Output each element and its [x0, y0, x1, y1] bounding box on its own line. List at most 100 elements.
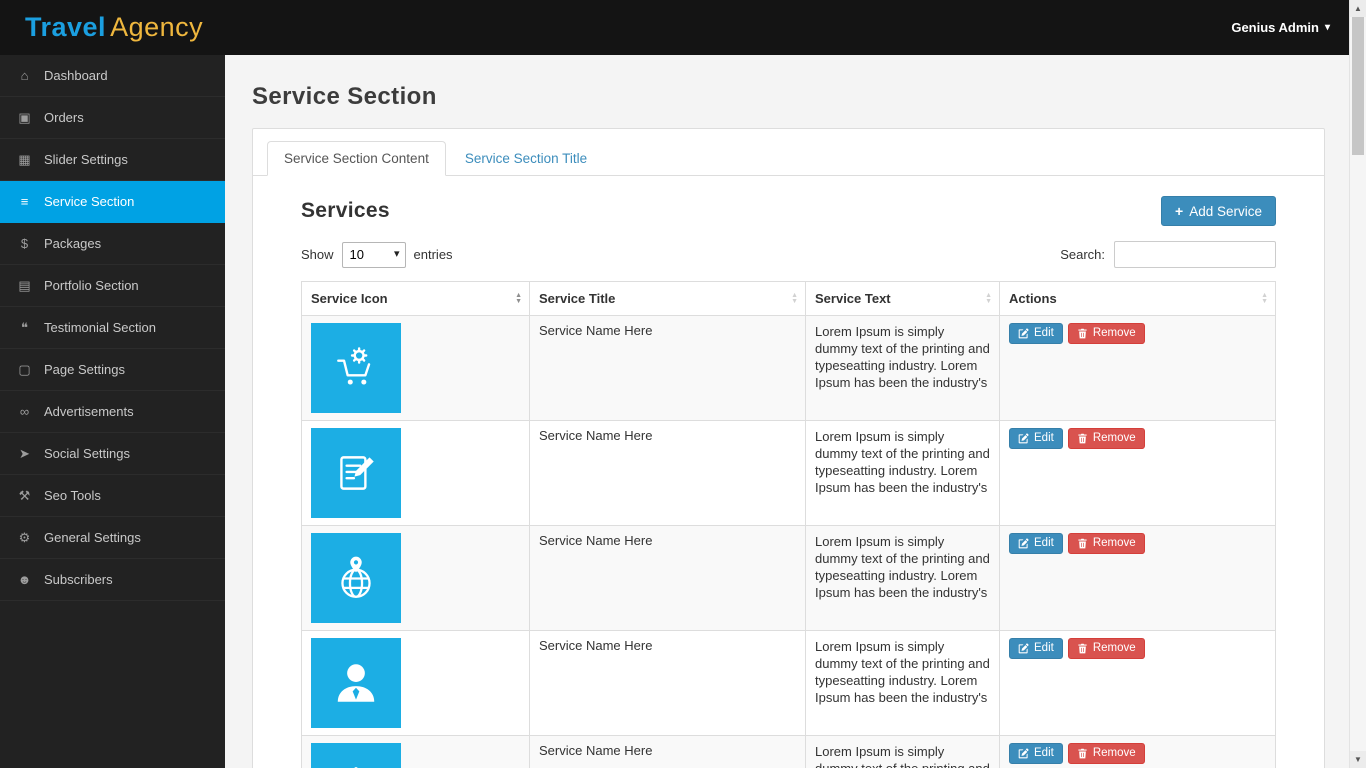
sidebar-item-testimonial-section[interactable]: ❝ Testimonial Section: [0, 307, 225, 349]
services-table: Service Icon ▲ ▼ Service Title ▲ ▼ Service…: [301, 281, 1276, 768]
sort-icon[interactable]: ▲ ▼: [1261, 292, 1268, 305]
search-input[interactable]: [1114, 241, 1276, 268]
sidebar-item-portfolio-section[interactable]: ▤ Portfolio Section: [0, 265, 225, 307]
sidebar-item-label: Advertisements: [44, 404, 134, 419]
sidebar-item-label: Testimonial Section: [44, 320, 156, 335]
content-card: Service Section Content Service Section …: [252, 128, 1325, 768]
remove-button[interactable]: Remove: [1067, 428, 1145, 449]
globe-pin-icon: [311, 533, 401, 623]
scrollbar-thumb[interactable]: [1352, 17, 1364, 155]
main-content: Service Section Service Section Content …: [225, 55, 1366, 768]
column-header-service-title[interactable]: Service Title ▲ ▼: [529, 281, 806, 316]
sidebar-item-slider-settings[interactable]: ▦ Slider Settings: [0, 139, 225, 181]
sort-icon[interactable]: ▲ ▼: [515, 292, 522, 305]
user-menu[interactable]: Genius Admin ▾: [1231, 20, 1330, 35]
service-text-cell: Lorem Ipsum is simply dummy text of the …: [805, 630, 1000, 736]
column-header-service-text[interactable]: Service Text ▲ ▼: [805, 281, 1000, 316]
table-row: Service Name Here Lorem Ipsum is simply …: [301, 420, 1276, 526]
service-icon-cell: [301, 525, 530, 631]
service-text: Lorem Ipsum is simply dummy text of the …: [815, 744, 990, 768]
cart-gear-icon: [311, 323, 401, 413]
person-icon: [311, 638, 401, 728]
sort-icon[interactable]: ▲ ▼: [985, 292, 992, 305]
show-label: Show: [301, 247, 334, 262]
sidebar: ⌂ Dashboard ▣ Orders ▦ Slider Settings ≡…: [0, 55, 225, 768]
dollar-icon: $: [20, 236, 29, 251]
remove-button[interactable]: Remove: [1067, 323, 1145, 344]
edit-button[interactable]: Edit: [1009, 743, 1063, 764]
sidebar-item-label: Portfolio Section: [44, 278, 139, 293]
sidebar-item-dashboard[interactable]: ⌂ Dashboard: [0, 55, 225, 97]
edit-pencil-icon: [1018, 432, 1029, 443]
top-bar: Travel Agency Genius Admin ▾: [0, 0, 1366, 55]
page-size-select[interactable]: 10: [341, 241, 406, 268]
sidebar-item-seo-tools[interactable]: ⚒ Seo Tools: [0, 475, 225, 517]
service-title-cell: Service Name Here: [529, 735, 806, 768]
link-icon: ∞: [19, 404, 30, 419]
table-header-row: Service Icon ▲ ▼ Service Title ▲ ▼ Service…: [301, 281, 1276, 316]
table-row: Service Name Here Lorem Ipsum is simply …: [301, 315, 1276, 421]
sidebar-item-label: General Settings: [44, 530, 141, 545]
service-title: Service Name Here: [539, 743, 653, 758]
sidebar-item-social-settings[interactable]: ➤ Social Settings: [0, 433, 225, 475]
tab-service-section-content[interactable]: Service Section Content: [267, 141, 446, 176]
sidebar-item-orders[interactable]: ▣ Orders: [0, 97, 225, 139]
sort-icon[interactable]: ▲ ▼: [791, 292, 798, 305]
actions-cell: Edit Remove: [999, 525, 1276, 631]
service-title: Service Name Here: [539, 533, 653, 548]
service-text-cell: Lorem Ipsum is simply dummy text of the …: [805, 525, 1000, 631]
tab-service-section-title[interactable]: Service Section Title: [448, 141, 604, 176]
edit-pencil-icon: [1018, 642, 1029, 653]
trash-icon: [1078, 328, 1087, 338]
edit-button[interactable]: Edit: [1009, 638, 1063, 659]
actions-cell: Edit Remove: [999, 315, 1276, 421]
edit-button[interactable]: Edit: [1009, 323, 1063, 344]
brand-primary: Travel: [25, 12, 107, 42]
column-header-actions[interactable]: Actions ▲ ▼: [999, 281, 1276, 316]
service-title: Service Name Here: [539, 323, 653, 338]
sidebar-item-label: Service Section: [44, 194, 135, 209]
service-text-cell: Lorem Ipsum is simply dummy text of the …: [805, 315, 1000, 421]
sidebar-item-general-settings[interactable]: ⚙ General Settings: [0, 517, 225, 559]
trash-icon: [1078, 538, 1087, 548]
quote-icon: ❝: [21, 319, 28, 335]
table-row: Service Name Here Lorem Ipsum is simply …: [301, 630, 1276, 736]
scroll-up-icon[interactable]: ▲: [1350, 0, 1366, 17]
orders-icon: ▣: [18, 109, 31, 125]
sidebar-item-service-section[interactable]: ≡ Service Section: [0, 181, 225, 223]
sidebar-item-label: Dashboard: [44, 68, 108, 83]
page-title: Service Section: [252, 83, 437, 110]
service-title-cell: Service Name Here: [529, 315, 806, 421]
scroll-down-icon[interactable]: ▼: [1350, 751, 1366, 768]
sidebar-item-subscribers[interactable]: ☻ Subscribers: [0, 559, 225, 601]
plus-icon: +: [1175, 203, 1184, 219]
sidebar-item-label: Page Settings: [44, 362, 125, 377]
page-size-select-wrap: 10: [341, 241, 406, 268]
vertical-scrollbar[interactable]: ▲ ▼: [1349, 0, 1366, 768]
column-header-service-icon[interactable]: Service Icon ▲ ▼: [301, 281, 530, 316]
sidebar-item-packages[interactable]: $ Packages: [0, 223, 225, 265]
table-row: Service Name Here Lorem Ipsum is simply …: [301, 735, 1276, 768]
service-title-cell: Service Name Here: [529, 525, 806, 631]
edit-button[interactable]: Edit: [1009, 533, 1063, 554]
remove-button[interactable]: Remove: [1067, 533, 1145, 554]
service-text: Lorem Ipsum is simply dummy text of the …: [815, 534, 990, 600]
sidebar-item-label: Subscribers: [44, 572, 113, 587]
search-box: Search:: [1060, 241, 1276, 268]
edit-pencil-icon: [1018, 327, 1029, 338]
service-text-cell: Lorem Ipsum is simply dummy text of the …: [805, 420, 1000, 526]
trash-icon: [1078, 433, 1087, 443]
airplane-icon: [311, 743, 401, 768]
trash-icon: [1078, 748, 1087, 758]
table-row: Service Name Here Lorem Ipsum is simply …: [301, 525, 1276, 631]
add-service-button[interactable]: + Add Service: [1161, 196, 1276, 226]
service-text: Lorem Ipsum is simply dummy text of the …: [815, 429, 990, 495]
gear-icon: ⚙: [18, 529, 31, 545]
sidebar-item-advertisements[interactable]: ∞ Advertisements: [0, 391, 225, 433]
sidebar-item-page-settings[interactable]: ▢ Page Settings: [0, 349, 225, 391]
remove-button[interactable]: Remove: [1067, 743, 1145, 764]
remove-button[interactable]: Remove: [1067, 638, 1145, 659]
edit-button[interactable]: Edit: [1009, 428, 1063, 449]
sidebar-item-label: Orders: [44, 110, 84, 125]
brand-logo[interactable]: Travel Agency: [25, 12, 203, 43]
